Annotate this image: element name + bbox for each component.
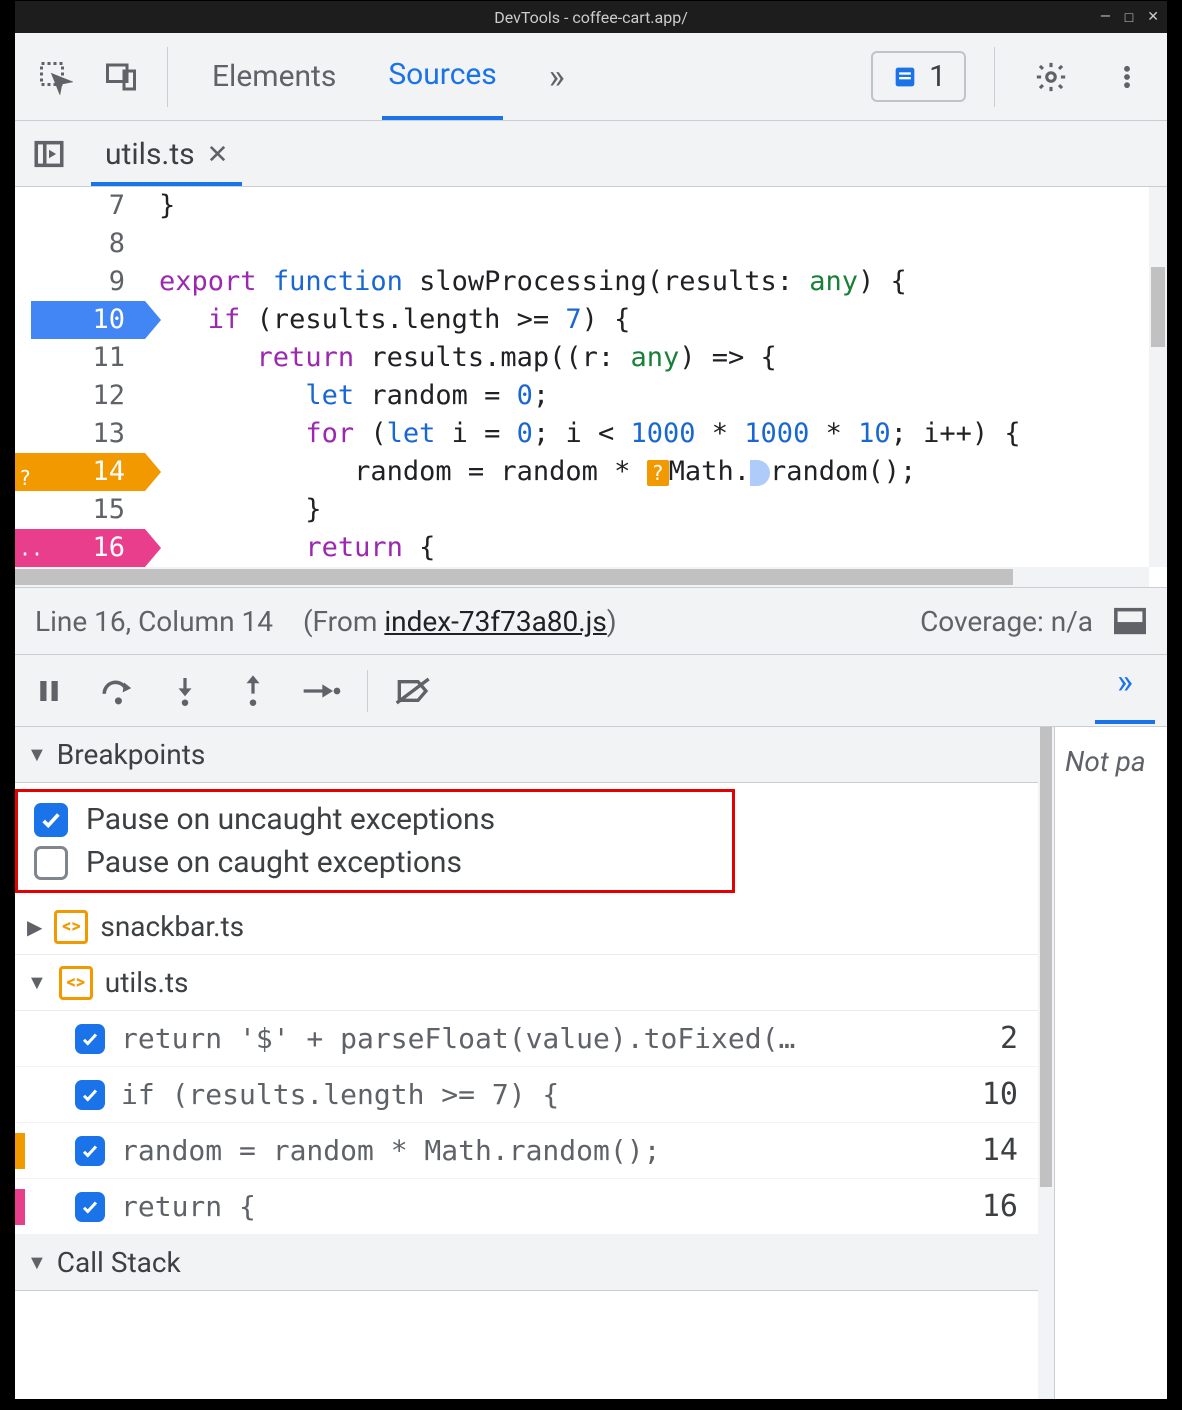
- source-from: (From index-73f73a80.js): [303, 605, 617, 638]
- cursor-position: Line 16, Column 14: [35, 605, 273, 638]
- debugger-more-tabs-icon[interactable]: »: [1095, 662, 1155, 724]
- close-icon[interactable]: ✕: [1147, 9, 1159, 26]
- checkbox-checked-icon[interactable]: [75, 1080, 105, 1110]
- window-titlebar: DevTools - coffee-cart.app/ — □ ✕: [15, 1, 1167, 33]
- checkbox-unchecked-icon[interactable]: [34, 846, 68, 880]
- breakpoint-file-label: snackbar.ts: [100, 910, 244, 943]
- breakpoint-item[interactable]: return { 16: [15, 1179, 1054, 1235]
- chevron-down-icon: ▼: [27, 970, 47, 995]
- line-number[interactable]: 8: [15, 225, 145, 263]
- maximize-icon[interactable]: □: [1125, 9, 1133, 26]
- line-gutter[interactable]: 78910111213?1415··16: [15, 187, 145, 567]
- line-number[interactable]: 11: [15, 339, 145, 377]
- breakpoint-code: random = random * Math.random();: [121, 1134, 660, 1167]
- pause-caught-row[interactable]: Pause on caught exceptions: [34, 841, 716, 884]
- code-editor[interactable]: 78910111213?1415··16 }export function sl…: [15, 187, 1167, 587]
- settings-icon[interactable]: [1023, 49, 1079, 105]
- breakpoint-code: return '$' + parseFloat(value).toFixed(…: [121, 1022, 795, 1055]
- deactivate-breakpoints-icon[interactable]: [392, 669, 436, 713]
- breakpoint-file-label: utils.ts: [105, 966, 189, 999]
- editor-status-bar: Line 16, Column 14 (From index-73f73a80.…: [15, 587, 1167, 655]
- step-out-icon[interactable]: [231, 669, 275, 713]
- line-number[interactable]: 12: [15, 377, 145, 415]
- file-icon: <>: [59, 966, 93, 1000]
- editor-scrollbar-vertical[interactable]: [1149, 187, 1167, 567]
- step-over-icon[interactable]: [95, 669, 139, 713]
- breakpoint-line-number: 16: [982, 1189, 1038, 1224]
- breakpoint-line-number: 14: [982, 1133, 1038, 1168]
- checkbox-checked-icon[interactable]: [75, 1136, 105, 1166]
- line-number[interactable]: 10: [15, 301, 145, 339]
- issues-badge[interactable]: 1: [871, 51, 966, 102]
- inspect-element-icon[interactable]: [27, 49, 83, 105]
- pause-caught-label: Pause on caught exceptions: [86, 845, 462, 880]
- pause-exceptions-box: Pause on uncaught exceptions Pause on ca…: [15, 789, 735, 893]
- breakpoint-line-number: 10: [982, 1077, 1038, 1112]
- file-tab-label: utils.ts: [105, 137, 195, 172]
- checkbox-checked-icon[interactable]: [75, 1024, 105, 1054]
- breakpoint-code: if (results.length >= 7) {: [121, 1078, 559, 1111]
- source-map-link[interactable]: index-73f73a80.js: [384, 605, 606, 638]
- tab-elements[interactable]: Elements: [206, 35, 342, 118]
- callstack-header[interactable]: ▼ Call Stack: [15, 1235, 1054, 1291]
- step-into-icon[interactable]: [163, 669, 207, 713]
- issues-count: 1: [929, 59, 946, 94]
- callstack-label: Call Stack: [57, 1246, 181, 1279]
- breakpoints-label: Breakpoints: [57, 738, 206, 771]
- tab-sources[interactable]: Sources: [382, 33, 502, 120]
- chevron-down-icon: ▼: [27, 1250, 47, 1275]
- more-menu-icon[interactable]: [1099, 49, 1155, 105]
- toggle-drawer-icon[interactable]: [1113, 606, 1147, 636]
- code-content[interactable]: }export function slowProcessing(results:…: [159, 187, 1167, 567]
- editor-scrollbar-horizontal[interactable]: [15, 567, 1149, 587]
- debugger-toolbar: »: [15, 655, 1167, 727]
- file-tabstrip: utils.ts ✕: [15, 121, 1167, 187]
- minimize-icon[interactable]: —: [1100, 9, 1111, 26]
- coverage-status: Coverage: n/a: [920, 605, 1093, 638]
- line-number[interactable]: ?14: [15, 453, 145, 491]
- debugger-sidebar: ▼ Breakpoints Pause on uncaught exceptio…: [15, 727, 1055, 1399]
- file-icon: <>: [54, 910, 88, 944]
- close-tab-icon[interactable]: ✕: [207, 140, 229, 170]
- debugger-status-pane: Not pa: [1055, 727, 1167, 1399]
- breakpoint-item[interactable]: random = random * Math.random(); 14: [15, 1123, 1054, 1179]
- line-number[interactable]: 7: [15, 187, 145, 225]
- pause-uncaught-row[interactable]: Pause on uncaught exceptions: [34, 798, 716, 841]
- device-toolbar-icon[interactable]: [93, 49, 149, 105]
- checkbox-checked-icon[interactable]: [75, 1192, 105, 1222]
- line-number[interactable]: 15: [15, 491, 145, 529]
- step-icon[interactable]: [299, 669, 343, 713]
- window-title: DevTools - coffee-cart.app/: [494, 8, 688, 27]
- line-number[interactable]: ··16: [15, 529, 145, 567]
- line-number[interactable]: 9: [15, 263, 145, 301]
- sidebar-scrollbar[interactable]: [1038, 727, 1054, 1399]
- main-toolbar: Elements Sources » 1: [15, 33, 1167, 121]
- pause-resume-icon[interactable]: [27, 669, 71, 713]
- chevron-down-icon: ▼: [27, 742, 47, 767]
- tab-more-icon[interactable]: »: [543, 33, 571, 121]
- breakpoint-item[interactable]: if (results.length >= 7) { 10: [15, 1067, 1054, 1123]
- checkbox-checked-icon[interactable]: [34, 803, 68, 837]
- breakpoints-header[interactable]: ▼ Breakpoints: [15, 727, 1054, 783]
- breakpoint-file-group[interactable]: ▼ <> utils.ts: [15, 955, 1054, 1011]
- file-tab-utils[interactable]: utils.ts ✕: [91, 123, 242, 186]
- chevron-right-icon: ▶: [27, 915, 42, 939]
- debugger-status-text: Not pa: [1065, 745, 1146, 778]
- breakpoint-code: return {: [121, 1190, 256, 1223]
- line-number[interactable]: 13: [15, 415, 145, 453]
- breakpoint-item[interactable]: return '$' + parseFloat(value).toFixed(……: [15, 1011, 1054, 1067]
- pause-uncaught-label: Pause on uncaught exceptions: [86, 802, 495, 837]
- breakpoint-file-group[interactable]: ▶ <> snackbar.ts: [15, 899, 1054, 955]
- breakpoint-line-number: 2: [1000, 1021, 1038, 1056]
- navigator-toggle-icon[interactable]: [25, 130, 73, 178]
